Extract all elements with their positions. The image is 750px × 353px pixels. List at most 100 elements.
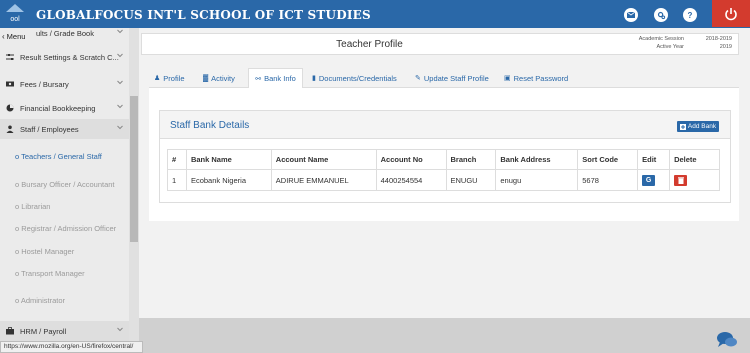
sidebar-subitem-registrar[interactable]: o Registrar / Admission Officer <box>15 224 116 233</box>
column-header: Edit <box>637 149 671 170</box>
edit-icon[interactable]: G <box>642 174 656 186</box>
pie-chart-icon <box>6 104 14 112</box>
panel-header: Staff Bank Details Add Bank <box>160 111 730 139</box>
edit-icon: ✎ <box>415 75 421 82</box>
chat-icon[interactable] <box>716 331 738 349</box>
tab-profile[interactable]: ♟ Profile <box>154 68 185 88</box>
sidebar-item-label: Staff / Employees <box>20 124 79 134</box>
tab-bank-info[interactable]: ⚯ Bank Info <box>248 68 303 89</box>
tab-label: Activity <box>211 73 235 83</box>
chevron-down-icon <box>117 327 123 332</box>
edit-cell: G <box>637 169 671 191</box>
tab-label: Update Staff Profile <box>423 73 489 83</box>
tab-update-staff-profile[interactable]: ✎ Update Staff Profile <box>415 68 489 88</box>
column-header: Account Name <box>270 149 377 170</box>
sidebar-subitem-bursary-officer[interactable]: o Bursary Officer / Accountant <box>15 180 115 189</box>
sort-code-cell: 5678 <box>577 169 639 191</box>
add-bank-label: Add Bank <box>687 123 717 130</box>
active-year-label: Active Year <box>656 44 684 50</box>
tab-label: Reset Password <box>513 73 569 83</box>
lock-icon: ▣ <box>504 75 511 82</box>
sidebar-item-label: Fees / Bursary <box>20 79 69 89</box>
file-icon: ▮ <box>312 75 316 82</box>
column-header: Account No <box>375 149 447 170</box>
svg-text:ool: ool <box>10 16 20 23</box>
tab-label: Documents/Credentials <box>318 73 397 83</box>
tab-activity[interactable]: ▓ Activity <box>203 68 235 88</box>
sidebar-item-hrm[interactable]: HRM / Payroll <box>0 321 129 341</box>
column-header: Sort Code <box>577 149 639 170</box>
chevron-down-icon <box>117 53 123 58</box>
sidebar-item-fees[interactable]: Fees / Bursary <box>0 74 129 94</box>
settings-icon[interactable] <box>654 8 668 22</box>
power-button[interactable] <box>712 0 750 27</box>
school-logo-icon[interactable]: ool <box>4 3 26 25</box>
money-icon <box>6 81 14 87</box>
column-header: Bank Address <box>495 149 579 170</box>
chevron-left-icon: ‹ <box>2 31 5 41</box>
column-header: # <box>167 149 187 170</box>
column-header: Bank Name <box>185 149 272 170</box>
tab-label: Profile <box>163 73 185 83</box>
sidebar-subitem-administrator[interactable]: o Administrator <box>15 296 65 305</box>
session-value: 2018-2019 <box>705 36 732 42</box>
add-bank-button[interactable]: Add Bank <box>677 121 719 132</box>
chevron-down-icon <box>117 125 123 130</box>
user-icon <box>6 125 14 133</box>
tab-reset-password[interactable]: ▣ Reset Password <box>504 68 568 88</box>
delete-cell <box>669 169 720 191</box>
sidebar-subitem-teachers[interactable]: o Teachers / General Staff <box>15 152 102 161</box>
sidebar-subitem-librarian[interactable]: o Librarian <box>15 202 50 211</box>
school-name: GLOBALFOCUS INT'L SCHOOL OF ICT STUDIES <box>36 8 371 22</box>
account-no-cell: 4400254554 <box>375 169 447 191</box>
sidebar-subitem-label: Transport Manager <box>21 269 85 278</box>
sidebar-scrollbar-thumb[interactable] <box>130 96 138 242</box>
bank-name-cell: Ecobank Nigeria <box>185 169 272 191</box>
row-number: 1 <box>167 169 187 191</box>
chevron-down-icon <box>117 104 123 109</box>
plus-square-icon <box>679 123 686 130</box>
trash-icon[interactable] <box>674 174 688 186</box>
sidebar-subitem-label: Bursary Officer / Accountant <box>21 180 115 189</box>
briefcase-icon <box>6 327 14 335</box>
mail-icon[interactable] <box>624 8 638 22</box>
page-footer-area <box>139 318 750 353</box>
sidebar-item-label: Financial Bookkeeping <box>20 103 96 113</box>
help-icon[interactable]: ? <box>683 8 697 22</box>
active-year-value: 2019 <box>719 44 732 50</box>
column-header: Delete <box>669 149 720 170</box>
menu-toggle-label: Menu <box>6 31 26 41</box>
sidebar-item-result-settings[interactable]: Result Settings & Scratch C... <box>0 47 129 67</box>
tab-documents[interactable]: ▮ Documents/Credentials <box>312 68 397 88</box>
link-icon: ⚯ <box>255 75 262 83</box>
chevron-down-icon <box>117 29 123 34</box>
panel-title: Staff Bank Details <box>170 120 250 131</box>
table-header-row: # Bank Name Account Name Account No Bran… <box>167 149 720 170</box>
sliders-icon <box>6 54 14 60</box>
bank-address-cell: enugu <box>495 169 579 191</box>
menu-toggle[interactable]: ‹ Menu <box>0 30 32 42</box>
sidebar-subitem-label: Hostel Manager <box>21 247 75 256</box>
user-icon: ♟ <box>154 75 161 82</box>
session-label: Academic Session <box>638 36 684 42</box>
sidebar-item-label: HRM / Payroll <box>20 326 67 336</box>
power-icon <box>725 7 737 20</box>
sidebar-subitem-label: Teachers / General Staff <box>21 152 102 161</box>
sidebar-subitem-label: Registrar / Admission Officer <box>21 224 117 233</box>
top-bar: ool GLOBALFOCUS INT'L SCHOOL OF ICT STUD… <box>0 0 750 28</box>
bank-table: # Bank Name Account Name Account No Bran… <box>167 149 720 191</box>
chart-icon: ▓ <box>203 74 209 82</box>
tab-label: Bank Info <box>264 74 296 83</box>
column-header: Branch <box>445 149 497 170</box>
sidebar-subitem-label: Librarian <box>21 202 51 211</box>
chevron-down-icon <box>117 80 123 85</box>
sidebar-subitem-transport-manager[interactable]: o Transport Manager <box>15 269 85 278</box>
sidebar: ‹ Menu ults / Grade Book Result Settings… <box>0 28 139 353</box>
table-row: 1 Ecobank Nigeria ADIRUE EMMANUEL 440025… <box>167 169 720 191</box>
sidebar-item-bookkeeping[interactable]: Financial Bookkeeping <box>0 98 129 118</box>
sidebar-item-label: ults / Grade Book <box>36 28 94 38</box>
sidebar-subitem-hostel-manager[interactable]: o Hostel Manager <box>15 247 74 256</box>
sidebar-item-staff[interactable]: Staff / Employees <box>0 119 129 139</box>
sidebar-item-label: Result Settings & Scratch C... <box>20 52 119 62</box>
account-name-cell: ADIRUE EMMANUEL <box>270 169 377 191</box>
